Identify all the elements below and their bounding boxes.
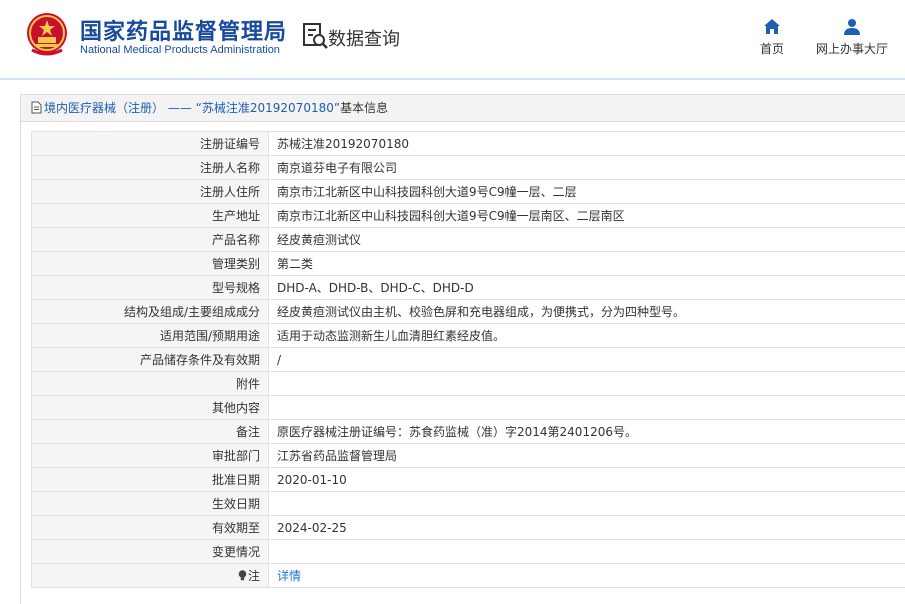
field-value: 经皮黄疸测试仪由主机、校验色屏和充电器组成，为便携式，分为四种型号。 [269,300,905,324]
table-row: 注册证编号苏械注准20192070180 [32,132,905,156]
field-value: 适用于动态监测新生儿血清胆红素经皮值。 [269,324,905,348]
home-icon [763,18,781,36]
details-link[interactable]: 详情 [277,569,301,583]
table-row: 型号规格DHD-A、DHD-B、DHD-C、DHD-D [32,276,905,300]
site-subtitle: National Medical Products Administration [80,44,280,56]
field-label: 变更情况 [32,540,269,564]
field-label: 生产地址 [32,204,269,228]
table-row: 变更情况 [32,540,905,564]
table-row: 注 详情 [32,564,905,588]
breadcrumb-category-link[interactable]: 境内医疗器械（注册） [44,101,164,115]
table-row: 管理类别第二类 [32,252,905,276]
field-value [269,396,905,420]
table-row: 产品名称经皮黄疸测试仪 [32,228,905,252]
field-label: 结构及组成/主要组成成分 [32,300,269,324]
field-label: 备注 [32,420,269,444]
table-row: 其他内容 [32,396,905,420]
table-row: 审批部门江苏省药品监督管理局 [32,444,905,468]
site-title: 国家药品监督管理局 [80,14,287,46]
field-label: 管理类别 [32,252,269,276]
field-label: 其他内容 [32,396,269,420]
field-value: 2024-02-25 [269,516,905,540]
table-row: 结构及组成/主要组成成分经皮黄疸测试仪由主机、校验色屏和充电器组成，为便携式，分… [32,300,905,324]
field-value: 2020-01-10 [269,468,905,492]
table-row: 批准日期2020-01-10 [32,468,905,492]
field-value: 原医疗器械注册证编号：苏食药监械（准）字2014第2401206号。 [269,420,905,444]
field-label: 注册人住所 [32,180,269,204]
field-value: 南京市江北新区中山科技园科创大道9号C9幢一层、二层 [269,180,905,204]
table-row: 适用范围/预期用途适用于动态监测新生儿血清胆红素经皮值。 [32,324,905,348]
field-value: DHD-A、DHD-B、DHD-C、DHD-D [269,276,905,300]
field-label: 产品名称 [32,228,269,252]
field-label: 注册人名称 [32,156,269,180]
nav-online-service-hall-label: 网上办事大厅 [816,42,888,56]
field-label: 适用范围/预期用途 [32,324,269,348]
site-header: 国家药品监督管理局 National Medical Products Admi… [0,0,905,80]
field-value: 详情 [269,564,905,588]
breadcrumb-record: “苏械注准20192070180” [196,101,340,115]
table-row: 注册人住所南京市江北新区中山科技园科创大道9号C9幢一层、二层 [32,180,905,204]
nav-online-service-hall[interactable]: 网上办事大厅 [810,18,894,57]
field-value: 江苏省药品监督管理局 [269,444,905,468]
national-emblem-icon [26,12,68,56]
field-label: 生效日期 [32,492,269,516]
field-label: 有效期至 [32,516,269,540]
table-row: 有效期至2024-02-25 [32,516,905,540]
registration-detail-table: 注册证编号苏械注准20192070180注册人名称南京道芬电子有限公司注册人住所… [31,131,905,588]
lightbulb-icon [238,570,247,581]
field-value: 南京道芬电子有限公司 [269,156,905,180]
breadcrumb-suffix: 基本信息 [340,101,388,115]
table-row: 注册人名称南京道芬电子有限公司 [32,156,905,180]
field-label: 附件 [32,372,269,396]
note-label: 注 [248,569,260,583]
field-value: 经皮黄疸测试仪 [269,228,905,252]
field-value [269,540,905,564]
nav-home-label: 首页 [760,42,784,56]
nav-home[interactable]: 首页 [755,18,789,57]
field-value [269,492,905,516]
table-row: 备注原医疗器械注册证编号：苏食药监械（准）字2014第2401206号。 [32,420,905,444]
field-value: 第二类 [269,252,905,276]
data-query-icon [302,22,328,50]
field-value: 南京市江北新区中山科技园科创大道9号C9幢一层南区、二层南区 [269,204,905,228]
field-label: 审批部门 [32,444,269,468]
table-row: 生效日期 [32,492,905,516]
user-icon [843,18,861,36]
table-row: 附件 [32,372,905,396]
data-query-title: 数据查询 [328,25,400,51]
field-label: 型号规格 [32,276,269,300]
field-label: 注 [32,564,269,588]
table-row: 生产地址南京市江北新区中山科技园科创大道9号C9幢一层南区、二层南区 [32,204,905,228]
table-row: 产品储存条件及有效期/ [32,348,905,372]
field-label: 批准日期 [32,468,269,492]
detail-panel: 境内医疗器械（注册） —— “苏械注准20192070180”基本信息 注册证编… [20,94,905,604]
breadcrumb: 境内医疗器械（注册） —— “苏械注准20192070180”基本信息 [21,94,905,122]
field-label: 产品储存条件及有效期 [32,348,269,372]
field-label: 注册证编号 [32,132,269,156]
document-icon [31,101,42,114]
field-value [269,372,905,396]
field-value: 苏械注准20192070180 [269,132,905,156]
breadcrumb-separator: —— [164,101,196,115]
field-value: / [269,348,905,372]
